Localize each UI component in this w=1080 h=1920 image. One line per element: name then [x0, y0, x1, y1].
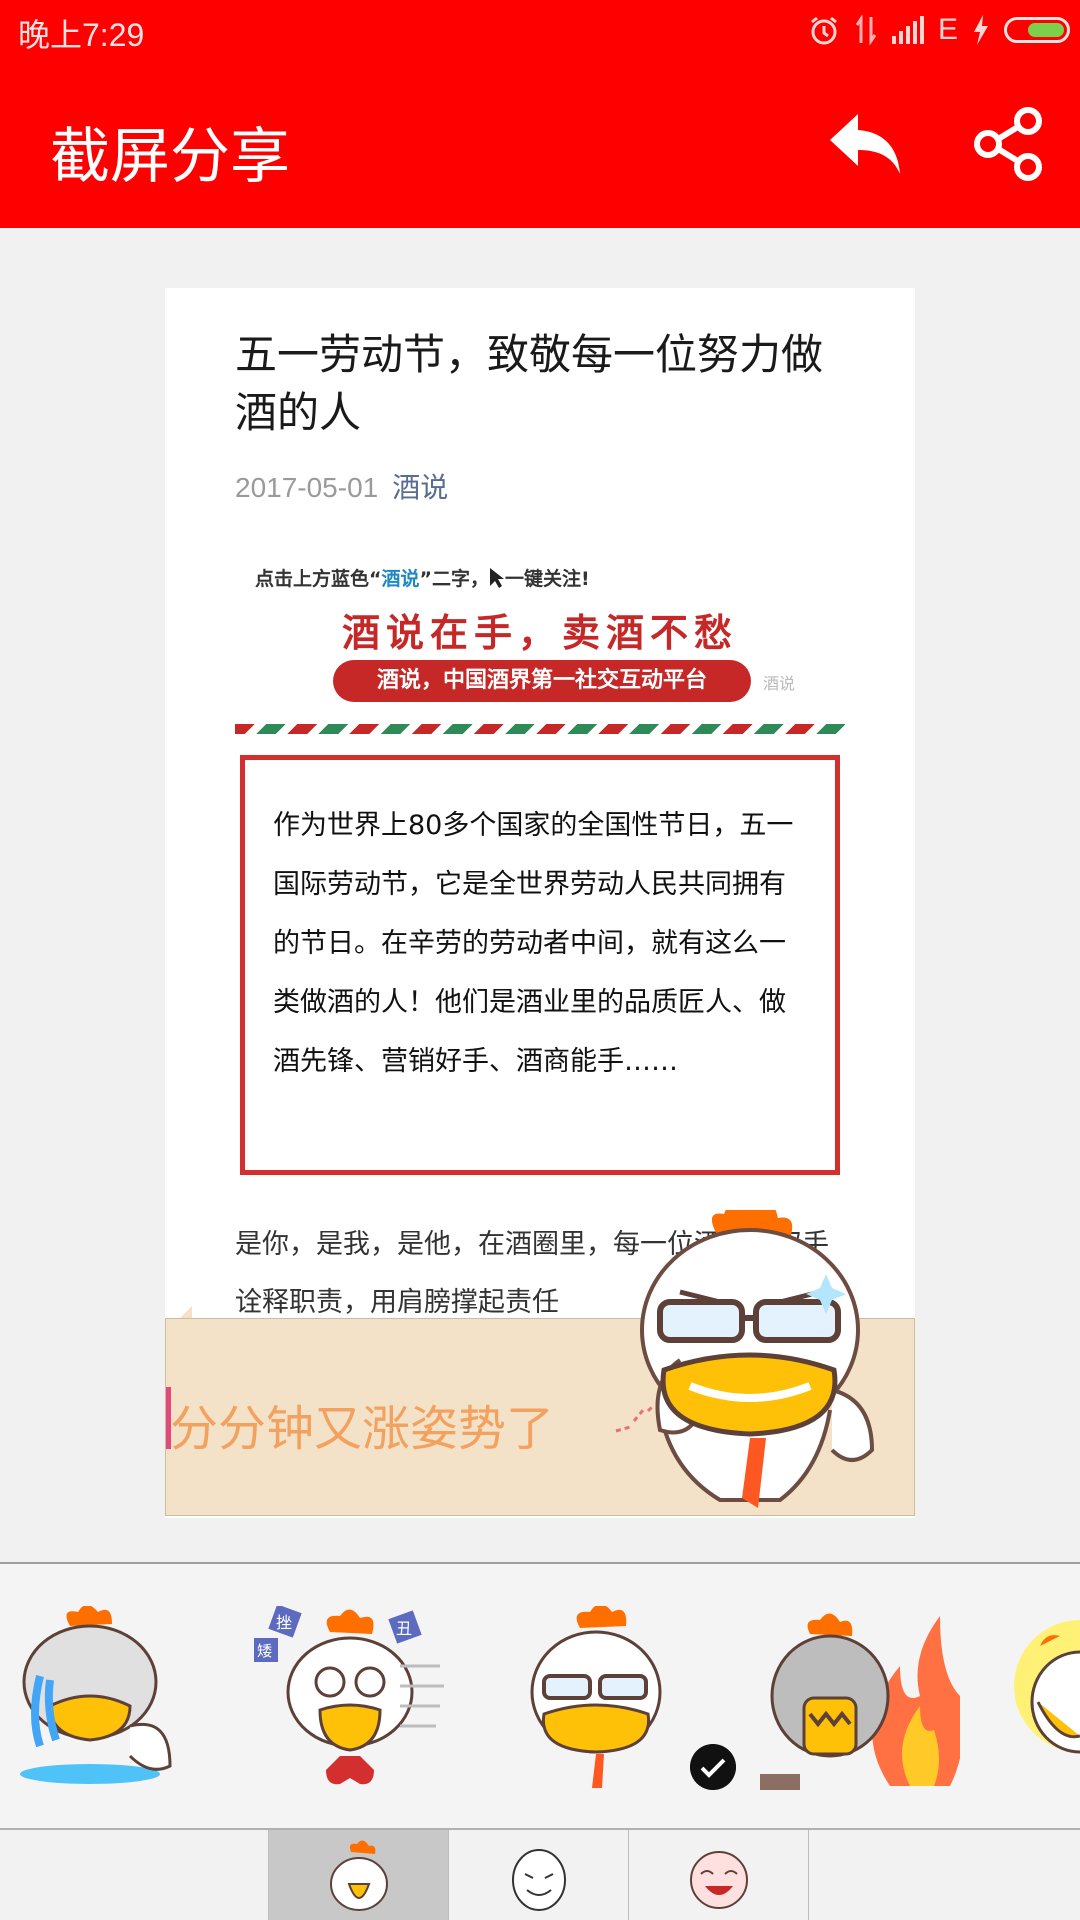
intro-quote-text: 作为世界上80多个国家的全国性节日，五一国际劳动节，它是全世界劳动人民共同拥有的… [273, 810, 794, 1077]
sticker-pack-tabs [0, 1830, 1080, 1920]
follow-banner: 点击上方蓝色“酒说”二字， 一键关注! 酒说在手，卖酒不愁 酒说，中国酒界第一社交… [235, 556, 845, 744]
status-time: 晚上7:29 [18, 17, 145, 53]
network-type: E [937, 13, 958, 46]
article-meta: 2017-05-01 酒说 [235, 466, 448, 506]
tab-divider [808, 1830, 809, 1920]
app-bar: 晚上7:29 E 截屏分享 [0, 0, 1080, 228]
laughing-face-pack-icon [690, 1851, 748, 1909]
banner-pill: 酒说，中国酒界第一社交互动平台 [333, 660, 751, 702]
svg-text:挫: 挫 [276, 1613, 292, 1632]
tab-face-pack[interactable] [628, 1830, 808, 1920]
svg-text:丑: 丑 [396, 1619, 412, 1638]
tab-egg-pack[interactable] [448, 1830, 628, 1920]
dancing-chicken-sticker[interactable] [1010, 1606, 1080, 1796]
banner-watermark: 酒说 [763, 674, 796, 693]
status-icons: E [808, 8, 1070, 52]
tab-chicken-pack[interactable] [268, 1830, 448, 1920]
selected-check-icon [690, 1744, 736, 1790]
banner-divider [235, 724, 845, 734]
article-date: 2017-05-01 [235, 472, 379, 503]
intro-quote-box: 作为世界上80多个国家的全国性节日，五一国际劳动节，它是全世界劳动人民共同拥有的… [240, 755, 840, 1175]
share-icon[interactable] [970, 106, 1046, 182]
page-title: 截屏分享 [50, 122, 290, 192]
egg-face-pack-icon [512, 1849, 566, 1911]
svg-text:矮: 矮 [257, 1642, 272, 1660]
article-source: 酒说 [392, 471, 449, 504]
alarm-icon [811, 16, 837, 45]
crying-chicken-sticker[interactable] [10, 1606, 210, 1796]
data-transfer-icon [855, 15, 877, 45]
angry-fire-chicken-sticker[interactable] [760, 1606, 960, 1796]
cursor-icon [490, 568, 505, 588]
reply-icon[interactable] [826, 108, 906, 180]
banner-tip: 点击上方蓝色“酒说”二字， 一键关注! [255, 568, 590, 590]
sticker-strip: 挫 丑 矮 [0, 1562, 1080, 1830]
caption-text[interactable]: 分分钟又涨姿势了 [170, 1389, 554, 1459]
heartbroken-chicken-sticker[interactable]: 挫 丑 矮 [250, 1606, 450, 1796]
signal-icon [891, 16, 924, 44]
article-title: 五一劳动节，致敬每一位努力做酒的人 [235, 330, 824, 437]
glasses-chicken-sticker[interactable] [500, 1606, 700, 1796]
battery-icon [1004, 17, 1070, 43]
banner-slogan: 酒说在手，卖酒不愁 [341, 610, 738, 655]
glasses-chicken-sticker-placed[interactable] [600, 1210, 890, 1520]
charging-icon [974, 15, 988, 45]
chicken-pack-icon [330, 1840, 388, 1911]
